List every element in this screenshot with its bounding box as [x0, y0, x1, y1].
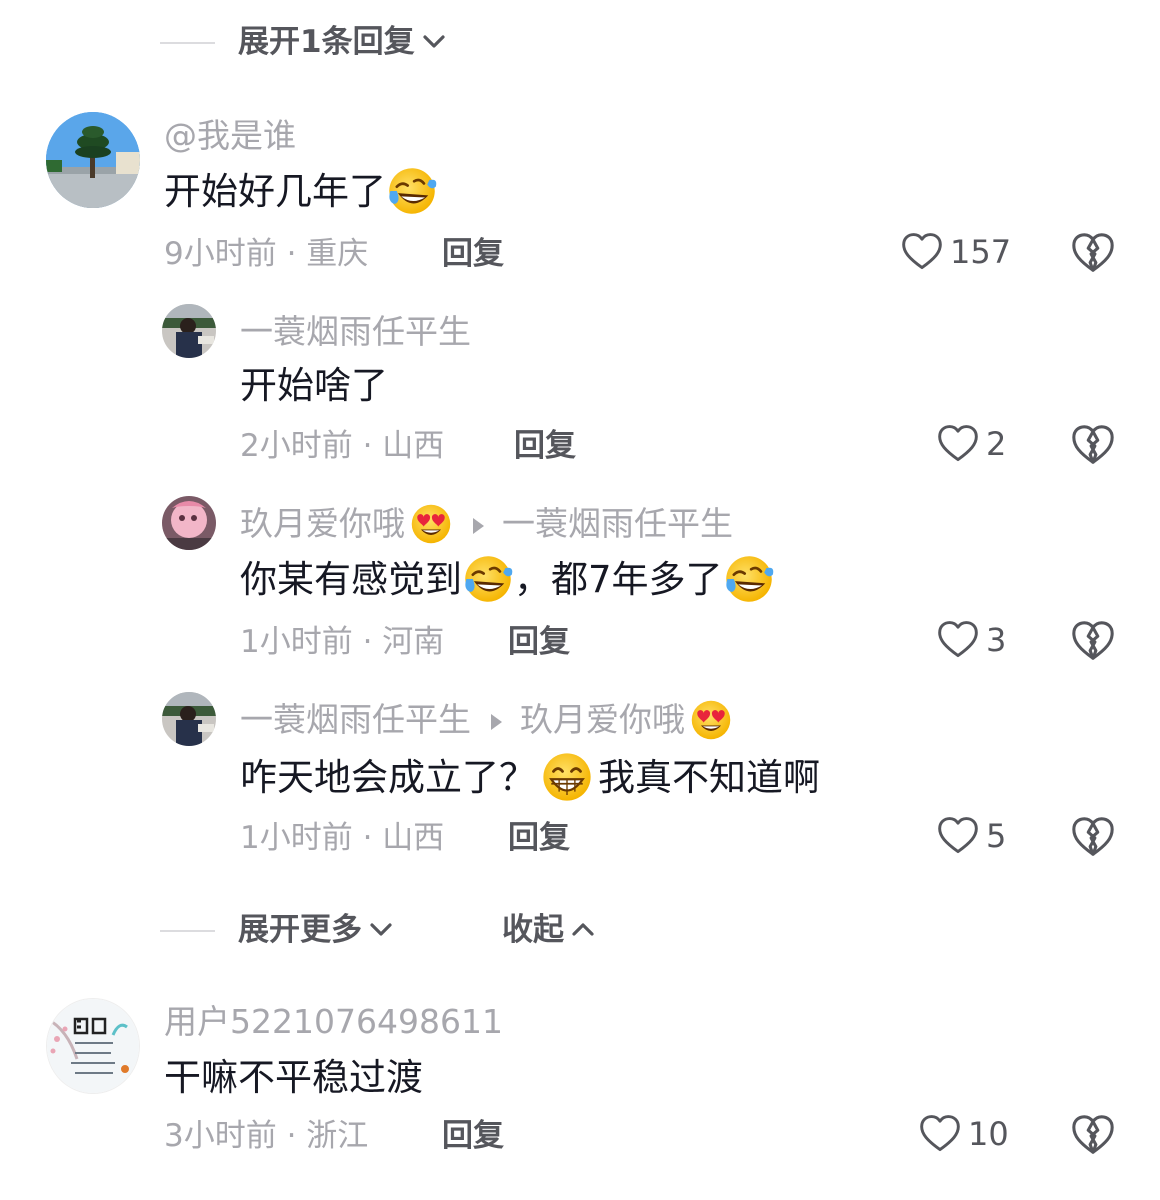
reply-text-part2: 我真不知道啊	[598, 756, 820, 799]
like-button[interactable]: 5	[936, 812, 1006, 860]
heart-outline-icon	[936, 814, 980, 858]
reply-text: 你某有感觉到 ，都7年多了	[240, 556, 775, 605]
broken-heart-icon[interactable]	[1070, 618, 1116, 664]
comment-username[interactable]: @我是谁	[164, 116, 296, 156]
chevron-up-icon	[572, 923, 594, 936]
avatar[interactable]	[46, 112, 140, 208]
like-button[interactable]: 3	[936, 616, 1006, 664]
avatar[interactable]	[162, 496, 216, 550]
comment-time-location: 3小时前 · 浙江	[164, 1118, 369, 1154]
like-count: 5	[986, 817, 1007, 855]
comment-text: 干嘛不平稳过渡	[164, 1056, 423, 1099]
chevron-down-icon	[422, 35, 445, 48]
reply-text-part1: 你某有感觉到	[240, 558, 462, 601]
reply-button[interactable]: 回复	[442, 234, 504, 274]
reply-time-location: 1小时前 · 山西	[240, 820, 445, 856]
like-count: 2	[986, 425, 1007, 463]
reply-text-part2: ，都7年多了	[514, 558, 723, 601]
heart-outline-icon	[918, 1112, 962, 1156]
broken-heart-icon[interactable]	[1070, 814, 1116, 860]
comment-text-body: 开始好几年了	[164, 170, 386, 213]
triangle-right-icon	[473, 517, 484, 534]
expand-replies-label: 展开1条回复	[238, 24, 415, 60]
broken-heart-icon[interactable]	[1070, 422, 1116, 468]
expand-more-label: 展开更多	[238, 912, 362, 948]
broken-heart-icon[interactable]	[1070, 230, 1116, 276]
like-count: 10	[968, 1115, 1009, 1153]
heart-outline-icon	[900, 230, 944, 274]
expand-replies-button[interactable]: 展开1条回复	[238, 22, 449, 62]
reply-time-location: 1小时前 · 河南	[240, 624, 445, 660]
collapse-label: 收起	[502, 912, 564, 948]
reply-header: 一蓑烟雨任平生 玖月爱你哦	[240, 700, 733, 742]
heart-outline-icon	[936, 422, 980, 466]
avatar[interactable]	[46, 998, 140, 1094]
reply-text: 开始啥了	[240, 364, 388, 407]
reply-to-username[interactable]: 玖月爱你哦	[520, 700, 685, 739]
reply-text-part1: 咋天地会成立了？	[240, 756, 536, 799]
reply-username[interactable]: 玖月爱你哦	[240, 504, 405, 543]
heart-outline-icon	[936, 618, 980, 662]
expand-more-button[interactable]: 展开更多	[238, 910, 396, 950]
comment-username[interactable]: 用户5221076498611	[164, 1002, 503, 1042]
like-button[interactable]: 157	[900, 228, 1011, 276]
like-button[interactable]: 2	[936, 420, 1006, 468]
divider-line	[160, 930, 215, 932]
reply-username[interactable]: 一蓑烟雨任平生	[240, 700, 471, 739]
rolling-laughing-emoji	[462, 553, 514, 605]
divider-line	[160, 42, 215, 44]
avatar[interactable]	[162, 692, 216, 746]
reply-username[interactable]: 一蓑烟雨任平生	[240, 312, 471, 352]
reply-button[interactable]: 回复	[508, 818, 570, 858]
reply-time-location: 2小时前 · 山西	[240, 428, 445, 464]
avatar[interactable]	[162, 304, 216, 358]
rolling-laughing-emoji	[386, 165, 438, 217]
broken-heart-icon[interactable]	[1070, 1112, 1116, 1158]
triangle-right-icon	[491, 713, 502, 730]
like-count: 3	[986, 621, 1007, 659]
reply-button[interactable]: 回复	[442, 1116, 504, 1156]
reply-header: 玖月爱你哦 一蓑烟雨任平生	[240, 504, 733, 546]
reply-text: 咋天地会成立了？ 我真不知道啊	[240, 754, 820, 804]
reply-button[interactable]: 回复	[514, 426, 576, 466]
heart-eyes-emoji	[689, 698, 733, 742]
like-button[interactable]: 10	[918, 1110, 1009, 1158]
chevron-down-icon	[370, 923, 392, 936]
reply-button[interactable]: 回复	[508, 622, 570, 662]
grinning-emoji	[540, 750, 594, 804]
comment-time-location: 9小时前 · 重庆	[164, 236, 369, 272]
like-count: 157	[950, 233, 1012, 271]
reply-to-username[interactable]: 一蓑烟雨任平生	[502, 504, 733, 543]
comment-text: 开始好几年了	[164, 168, 438, 217]
rolling-laughing-emoji	[723, 553, 775, 605]
collapse-button[interactable]: 收起	[502, 910, 598, 950]
heart-eyes-emoji	[409, 502, 453, 546]
